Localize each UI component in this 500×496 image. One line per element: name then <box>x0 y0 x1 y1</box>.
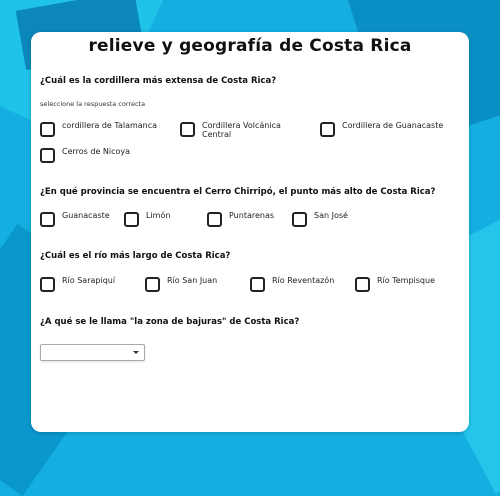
quiz-card: relieve y geografía de Costa Rica ¿Cuál … <box>31 32 469 432</box>
option-checkbox[interactable]: Río Reventazón <box>250 276 335 292</box>
option-label: Río San Juan <box>167 276 218 285</box>
option-label: Cordillera Volcánica Central <box>202 121 281 139</box>
option-checkbox[interactable]: Cerros de Nicoya <box>40 147 131 163</box>
option-checkbox[interactable]: Cordillera Volcánica Central <box>180 121 281 139</box>
checkbox-icon[interactable] <box>40 277 55 292</box>
question-1-text: ¿Cuál es la cordillera más extensa de Co… <box>40 76 277 86</box>
question-3-text: ¿Cuál es el río más largo de Costa Rica? <box>40 251 231 261</box>
option-checkbox[interactable]: Cordillera de Guanacaste <box>320 121 444 137</box>
option-checkbox[interactable]: Puntarenas <box>207 211 275 227</box>
checkbox-icon[interactable] <box>124 212 139 227</box>
option-checkbox[interactable]: Río San Juan <box>145 276 218 292</box>
option-checkbox[interactable]: Limón <box>124 211 171 227</box>
option-label: Río Reventazón <box>272 276 335 285</box>
option-checkbox[interactable]: Río Tempisque <box>355 276 435 292</box>
option-checkbox[interactable]: San José <box>292 211 348 227</box>
option-label: Cordillera de Guanacaste <box>342 121 444 130</box>
checkbox-icon[interactable] <box>145 277 160 292</box>
checkbox-icon[interactable] <box>355 277 370 292</box>
answer-select[interactable] <box>40 344 145 361</box>
option-label: Guanacaste <box>62 211 110 220</box>
option-label: Río Tempisque <box>377 276 435 285</box>
checkbox-icon[interactable] <box>250 277 265 292</box>
checkbox-icon[interactable] <box>207 212 222 227</box>
checkbox-icon[interactable] <box>320 122 335 137</box>
option-label: Río Sarapiquí <box>62 276 116 285</box>
option-checkbox[interactable]: cordillera de Talamanca <box>40 121 158 137</box>
checkbox-icon[interactable] <box>40 148 55 163</box>
checkbox-icon[interactable] <box>180 122 195 137</box>
question-1-hint: seleccione la respuesta correcta <box>40 100 146 108</box>
checkbox-icon[interactable] <box>292 212 307 227</box>
option-checkbox[interactable]: Guanacaste <box>40 211 110 227</box>
option-label: Limón <box>146 211 171 220</box>
question-4-text: ¿A qué se le llama "la zona de bajuras" … <box>40 317 300 327</box>
checkbox-icon[interactable] <box>40 122 55 137</box>
question-2-text: ¿En qué provincia se encuentra el Cerro … <box>40 187 436 197</box>
option-label: Puntarenas <box>229 211 275 220</box>
option-checkbox[interactable]: Río Sarapiquí <box>40 276 116 292</box>
option-label: Cerros de Nicoya <box>62 147 131 156</box>
option-label: cordillera de Talamanca <box>62 121 158 130</box>
chevron-down-icon[interactable] <box>133 351 139 354</box>
page-title: relieve y geografía de Costa Rica <box>88 36 412 56</box>
option-label: San José <box>314 211 348 220</box>
checkbox-icon[interactable] <box>40 212 55 227</box>
